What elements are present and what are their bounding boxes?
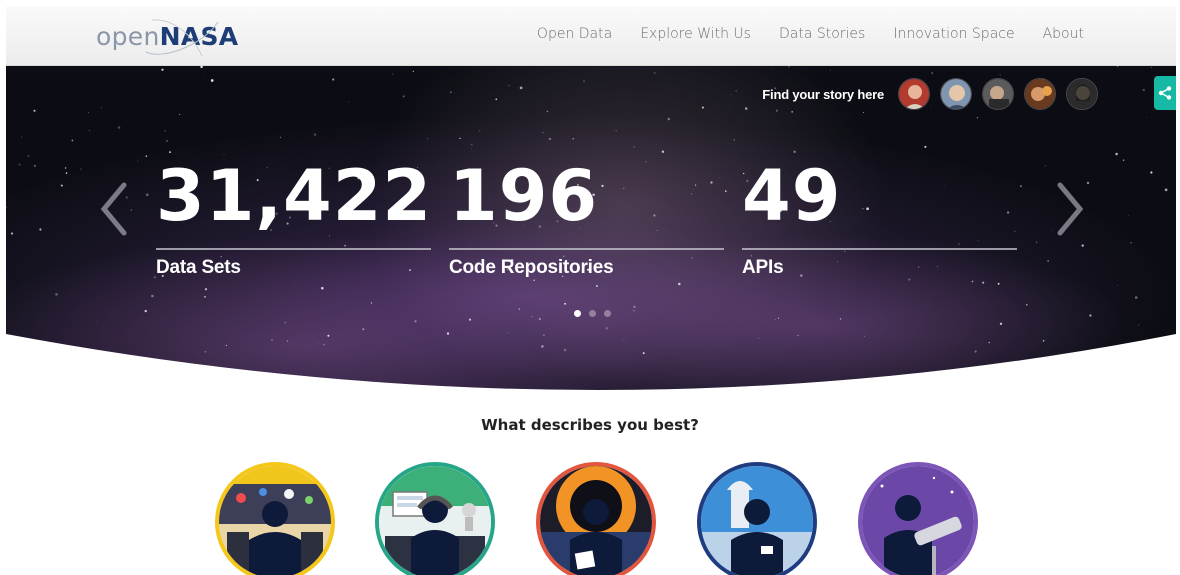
nav-open-data[interactable]: Open Data (537, 26, 612, 42)
nav-data-stories[interactable]: Data Stories (779, 26, 865, 42)
story-avatar-4[interactable] (1024, 78, 1056, 110)
carousel-dot-2[interactable] (589, 310, 596, 317)
stat-code-repositories[interactable]: 196 Code Repositories (449, 161, 724, 279)
nav-about[interactable]: About (1043, 26, 1084, 42)
hero-banner: Find your story here 31,422 Data Sets 19… (6, 66, 1176, 396)
story-avatar-1[interactable] (898, 78, 930, 110)
persona-developer[interactable] (375, 462, 495, 575)
logo-swoosh-icon (145, 19, 219, 57)
stat-divider (156, 248, 431, 250)
main-nav: Open Data Explore With Us Data Stories I… (537, 26, 1084, 42)
find-your-story: Find your story here (762, 78, 1098, 110)
story-avatar-3[interactable] (982, 78, 1014, 110)
share-icon (1158, 86, 1172, 100)
persona-policy-maker[interactable] (697, 462, 817, 575)
stat-data-sets[interactable]: 31,422 Data Sets (156, 161, 431, 279)
stat-apis[interactable]: 49 APIs (742, 161, 1017, 279)
persona-citizen-explorer[interactable] (858, 462, 978, 575)
stat-value: 196 (449, 155, 599, 237)
stat-label: APIs (742, 257, 784, 278)
story-avatar-5[interactable] (1066, 78, 1098, 110)
persona-scientist-icon (540, 466, 652, 575)
stat-label: Data Sets (156, 257, 241, 278)
story-avatar-2[interactable] (940, 78, 972, 110)
stat-label: Code Repositories (449, 257, 614, 278)
persona-explorer-icon (862, 466, 974, 575)
share-button[interactable] (1154, 76, 1176, 110)
page: openNASA Open Data Explore With Us Data … (0, 0, 1180, 575)
site-header: openNASA Open Data Explore With Us Data … (6, 6, 1176, 66)
carousel-next-icon[interactable] (1054, 181, 1086, 237)
stat-divider (742, 248, 1017, 250)
stat-value: 49 (742, 155, 842, 237)
stat-value: 31,422 (156, 155, 433, 237)
carousel-dot-1[interactable] (574, 310, 581, 317)
stat-divider (449, 248, 724, 250)
persona-student-icon (219, 466, 331, 575)
persona-developer-icon (379, 466, 491, 575)
persona-student[interactable] (215, 462, 335, 575)
persona-question: What describes you best? (481, 416, 699, 434)
persona-scientist[interactable] (536, 462, 656, 575)
carousel-prev-icon[interactable] (98, 181, 130, 237)
carousel-dot-3[interactable] (604, 310, 611, 317)
persona-policy-maker-icon (701, 466, 813, 575)
story-label: Find your story here (762, 86, 884, 102)
carousel-dots (574, 310, 611, 317)
nav-explore-with-us[interactable]: Explore With Us (640, 26, 751, 42)
nav-innovation-space[interactable]: Innovation Space (893, 26, 1014, 42)
